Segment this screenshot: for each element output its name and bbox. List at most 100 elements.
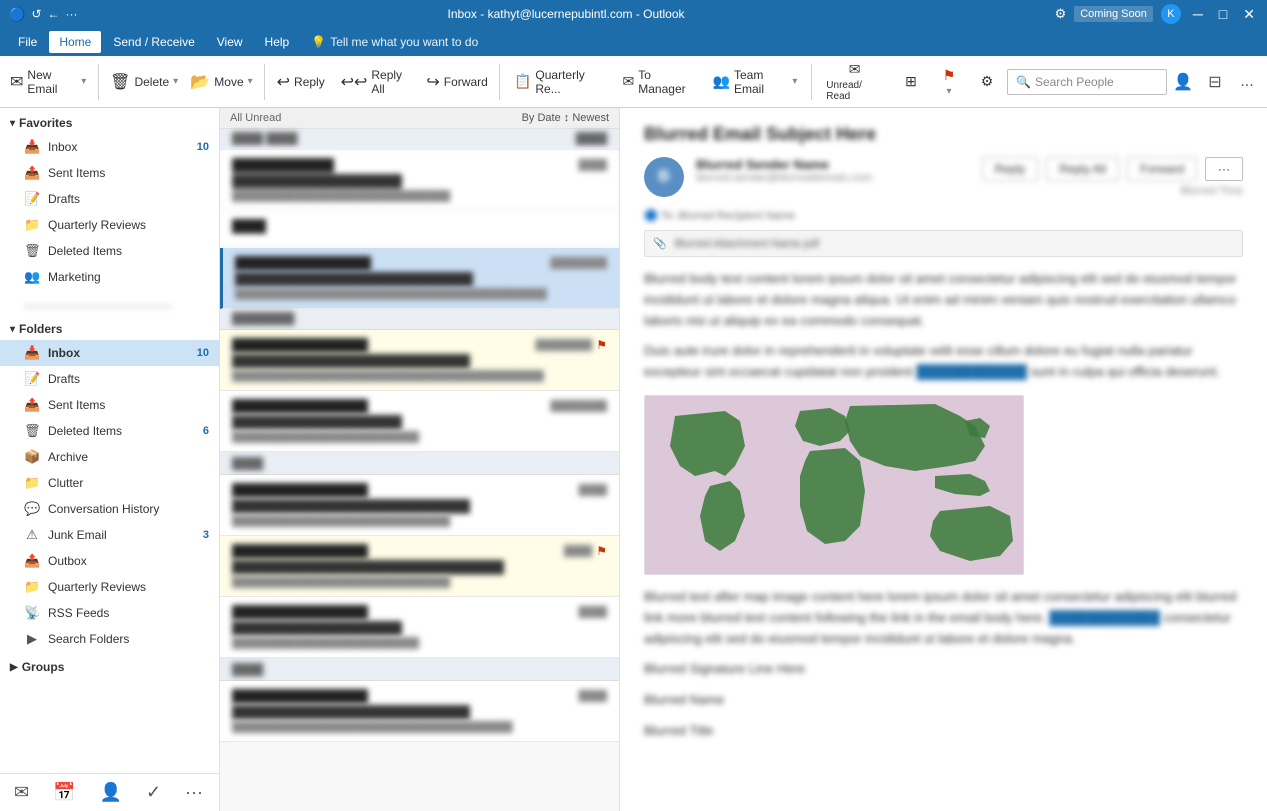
forward-button[interactable]: ↪ Forward: [421, 60, 493, 104]
sidebar-item-marketing-fav[interactable]: 👥 Marketing: [0, 264, 219, 290]
email-link-1[interactable]: ████████████: [916, 364, 1027, 379]
sidebar-item-sent-fav[interactable]: 📤 Sent Items: [0, 160, 219, 186]
list-item[interactable]: ████████████████ ████ ██████████████████…: [220, 681, 619, 742]
rules-button[interactable]: ⚙: [969, 60, 1005, 104]
reply-all-action-btn[interactable]: Reply All: [1046, 157, 1119, 181]
more-title-icon[interactable]: ···: [66, 7, 78, 21]
sidebar-item-junk[interactable]: ⚠ Junk Email 3: [0, 522, 219, 548]
mail-preview: ████████████████████████████: [232, 515, 607, 527]
sort-by-date[interactable]: By Date ↕ Newest: [522, 112, 609, 124]
address-book-btn[interactable]: 👤: [1167, 66, 1199, 98]
mail-date-group-1: ████ ████ ████: [220, 129, 619, 150]
new-email-button[interactable]: ✉ New Email ▾: [4, 60, 92, 104]
nav-tasks-btn[interactable]: ✓: [142, 778, 165, 807]
reply-all-button[interactable]: ↩↩ Reply All: [333, 60, 420, 104]
account-icon[interactable]: K: [1161, 4, 1181, 24]
more-action-btn[interactable]: ···: [1205, 157, 1243, 181]
mail-subject: ████████████████████████████: [232, 705, 607, 719]
view-button[interactable]: ⊞: [893, 60, 929, 104]
reply-button[interactable]: ↩ Reply: [271, 60, 331, 104]
forward-action-btn[interactable]: Forward: [1127, 157, 1197, 181]
mail-subject: ████████████████████: [232, 415, 607, 429]
menu-help[interactable]: Help: [255, 31, 300, 53]
clutter-label: Clutter: [48, 476, 209, 490]
list-item[interactable]: ████: [220, 211, 619, 248]
new-email-dropdown-icon[interactable]: ▾: [81, 76, 86, 87]
sidebar-item-archive[interactable]: 📦 Archive: [0, 444, 219, 470]
sidebar-item-drafts[interactable]: 📝 Drafts: [0, 366, 219, 392]
menu-file[interactable]: File: [8, 31, 47, 53]
mail-sender: ████████████████ ████: [232, 605, 607, 619]
email-link-2[interactable]: ████████████: [1049, 610, 1160, 625]
nav-contacts-btn[interactable]: 👤: [96, 778, 126, 807]
nav-calendar-btn[interactable]: 📅: [49, 778, 79, 807]
reply-action-btn[interactable]: Reply: [982, 157, 1039, 181]
signature-title-section: Blurred Title: [644, 721, 1243, 742]
team-email-dropdown-icon[interactable]: ▾: [792, 76, 797, 87]
move-button[interactable]: 📂 Move ▾: [185, 60, 258, 104]
sidebar-item-deleted[interactable]: 🗑 Deleted Items 6: [0, 418, 219, 444]
tell-me-box[interactable]: 💡 Tell me what you want to do: [311, 35, 478, 49]
sidebar-item-inbox-fav[interactable]: 📥 Inbox 10: [0, 134, 219, 160]
attach-icon: 📎: [653, 237, 667, 250]
list-item[interactable]: ████████████████ ████████ ██████████████…: [220, 248, 619, 309]
close-btn[interactable]: ✕: [1239, 6, 1259, 23]
sidebar-item-sent[interactable]: 📤 Sent Items: [0, 392, 219, 418]
mail-preview: ████████████████████████████████████████: [235, 288, 607, 300]
move-dropdown-icon[interactable]: ▾: [248, 76, 253, 87]
mail-subject: ████████████████████████████████: [232, 560, 607, 574]
menu-send-receive[interactable]: Send / Receive: [103, 31, 204, 53]
filter-btn[interactable]: ⊟: [1199, 66, 1231, 98]
nav-more-btn[interactable]: ···: [181, 778, 207, 807]
minimize-btn[interactable]: ─: [1189, 6, 1207, 22]
sidebar-item-quarterly[interactable]: 📁 Quarterly Reviews: [0, 574, 219, 600]
sidebar-item-rss[interactable]: 📡 RSS Feeds: [0, 600, 219, 626]
favorites-header[interactable]: ▾ Favorites: [0, 108, 219, 134]
to-manager-button[interactable]: ✉ To Manager: [615, 60, 703, 104]
deleted-icon: 🗑: [24, 423, 40, 439]
delete-dropdown-icon[interactable]: ▾: [173, 76, 178, 87]
menu-home[interactable]: Home: [49, 31, 101, 53]
archive-label: Archive: [48, 450, 209, 464]
maximize-btn[interactable]: □: [1215, 6, 1231, 22]
deleted-fav-icon: 🗑: [24, 243, 40, 259]
flag-button[interactable]: ⚑ ▾: [931, 60, 967, 104]
date-group-label-2: ████████: [232, 313, 294, 325]
sidebar-item-inbox[interactable]: 📥 Inbox 10: [0, 340, 219, 366]
more-ribbon-btn[interactable]: ...: [1231, 66, 1263, 98]
refresh-icon[interactable]: ↺: [31, 7, 41, 21]
quarterly-re-button[interactable]: 📋 Quarterly Re...: [506, 60, 613, 104]
flag-dropdown-icon[interactable]: ▾: [946, 86, 951, 97]
sidebar-item-outbox[interactable]: 📤 Outbox: [0, 548, 219, 574]
list-item[interactable]: ████████████ ████ ████████████████████ █…: [220, 150, 619, 211]
nav-mail-btn[interactable]: ✉: [10, 778, 33, 807]
sidebar-item-drafts-fav[interactable]: 📝 Drafts: [0, 186, 219, 212]
list-item[interactable]: ████████████████ ████████ ██████████████…: [220, 391, 619, 452]
delete-button[interactable]: 🗑 Delete ▾: [105, 60, 183, 104]
junk-icon: ⚠: [24, 527, 40, 543]
unread-read-button[interactable]: ✉ Unread/ Read: [818, 60, 891, 104]
sidebar-item-conv-history[interactable]: 💬 Conversation History: [0, 496, 219, 522]
title-bar-controls: ⚙ Coming Soon K ─ □ ✕: [1055, 4, 1259, 24]
to-manager-label: To Manager: [638, 68, 694, 96]
team-email-label: Team Email: [734, 68, 788, 96]
list-item[interactable]: ████████████████ ████████ ⚑ ████████████…: [220, 330, 619, 391]
folders-header[interactable]: ▾ Folders: [0, 314, 219, 340]
inbox-fav-icon: 📥: [24, 139, 40, 155]
sidebar-item-quarterly-fav[interactable]: 📁 Quarterly Reviews: [0, 212, 219, 238]
team-email-button[interactable]: 👥 Team Email ▾: [705, 60, 806, 104]
groups-header[interactable]: ▶ Groups: [0, 652, 219, 678]
rss-label: RSS Feeds: [48, 606, 209, 620]
sidebar-item-clutter[interactable]: 📁 Clutter: [0, 470, 219, 496]
settings-icon[interactable]: ⚙: [1055, 6, 1067, 22]
drafts-fav-label: Drafts: [48, 192, 209, 206]
list-item[interactable]: ████████████████ ████ ██████████████████…: [220, 475, 619, 536]
search-people-input[interactable]: 🔍 Search People: [1007, 69, 1167, 95]
list-item[interactable]: ████████████████ ████ ⚑ ████████████████…: [220, 536, 619, 597]
sidebar-item-search-folders[interactable]: ▶ Search Folders: [0, 626, 219, 652]
menu-view[interactable]: View: [207, 31, 253, 53]
back-icon[interactable]: ←: [48, 7, 60, 21]
sidebar-item-deleted-fav[interactable]: 🗑 Deleted Items: [0, 238, 219, 264]
world-map-image: [644, 395, 1024, 575]
list-item[interactable]: ████████████████ ████ ██████████████████…: [220, 597, 619, 658]
